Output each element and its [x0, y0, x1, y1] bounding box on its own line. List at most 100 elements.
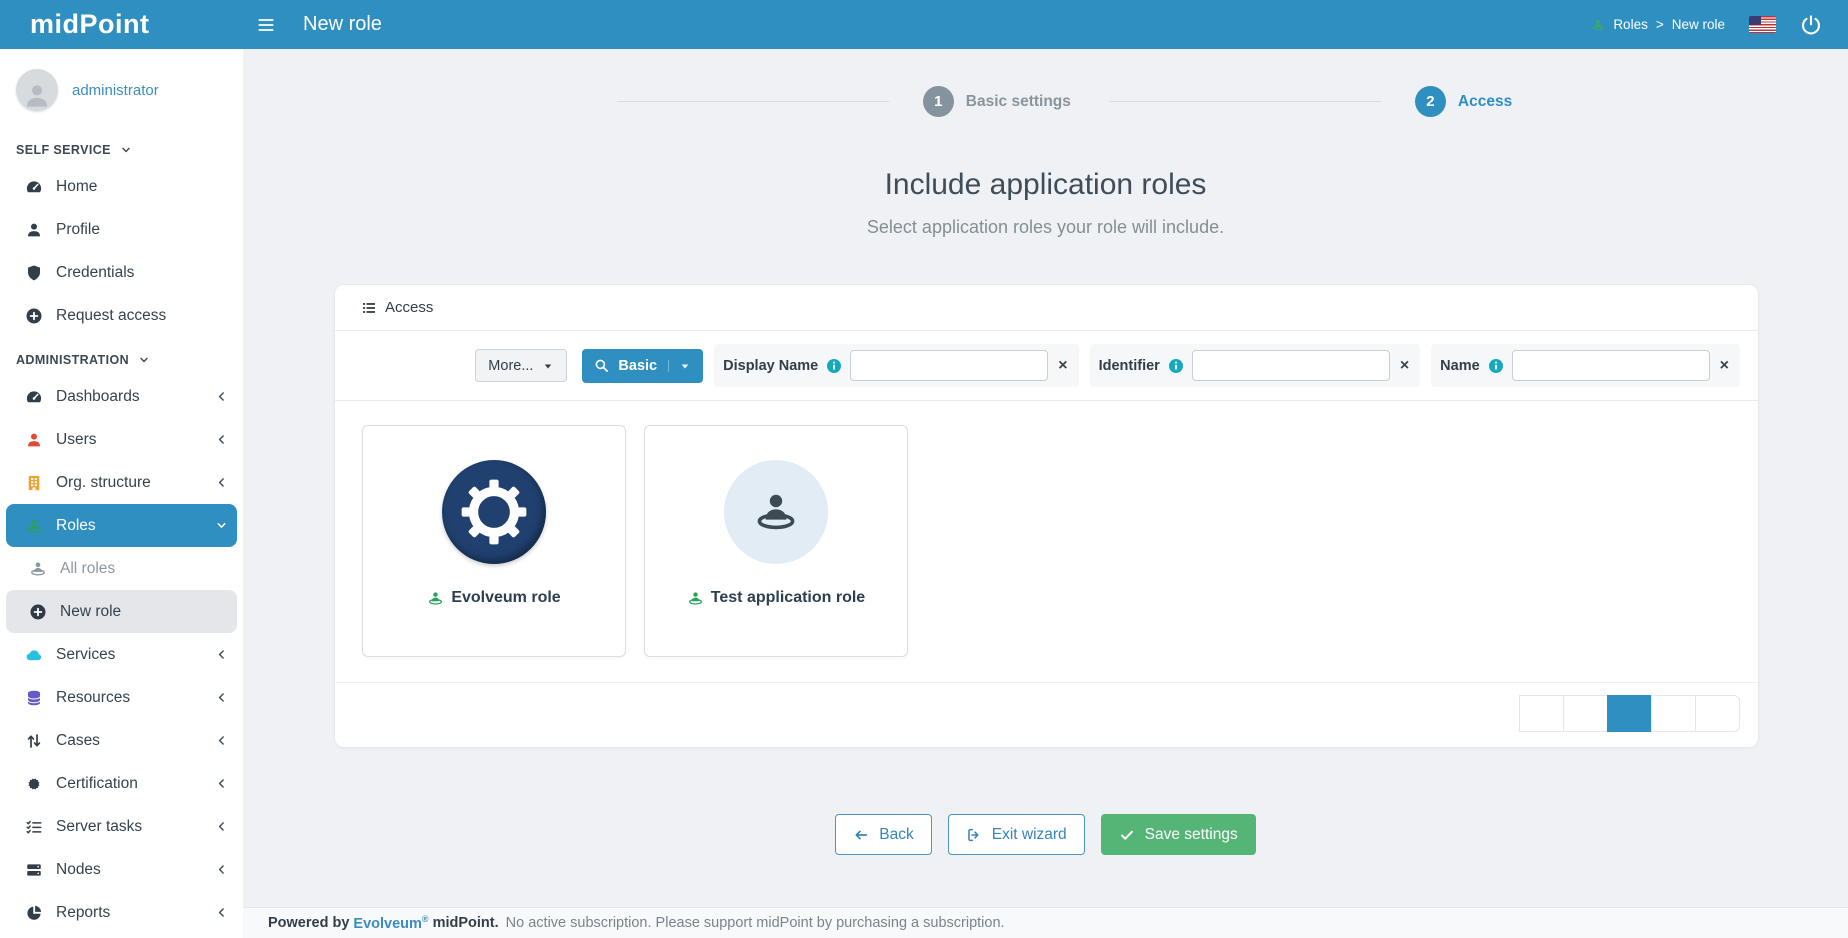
- username-link[interactable]: administrator: [72, 82, 159, 99]
- info-icon[interactable]: [1168, 358, 1184, 374]
- search-mode-dropdown[interactable]: [668, 360, 691, 372]
- sign-out-icon: [966, 827, 982, 843]
- sidebar-item-dashboards[interactable]: Dashboards: [0, 375, 243, 418]
- clear-filter-button[interactable]: ×: [1398, 358, 1411, 374]
- role-cards: Evolveum role Test application role: [335, 401, 1758, 682]
- search-filter-bar: More... Basic Display Name: [335, 331, 1758, 401]
- sidebar-item-server-tasks[interactable]: Server tasks: [0, 805, 243, 848]
- search-icon: [594, 358, 609, 373]
- pagination-row: [335, 682, 1758, 747]
- chevron-icon: [215, 519, 228, 532]
- sidebar-item-icon: [29, 560, 47, 578]
- info-icon[interactable]: [826, 358, 842, 374]
- access-panel-header: Access: [335, 285, 1758, 331]
- save-settings-button[interactable]: Save settings: [1101, 814, 1256, 855]
- chevron-icon: [215, 476, 228, 489]
- sidebar-item-request-access[interactable]: Request access: [0, 294, 243, 337]
- sidebar-item-icon: [25, 646, 43, 664]
- sidebar-item-icon: [25, 775, 43, 793]
- sidebar-menu: SELF SERVICE Home Profile Credentials: [0, 127, 243, 934]
- sidebar-item-certification[interactable]: Certification: [0, 762, 243, 805]
- pagination-first[interactable]: [1519, 695, 1564, 732]
- hamburger-menu-icon[interactable]: [243, 0, 289, 49]
- sidebar-section-administration[interactable]: ADMINISTRATION: [0, 337, 243, 375]
- filter-input[interactable]: [1512, 350, 1710, 381]
- basic-search-button[interactable]: Basic: [582, 349, 703, 383]
- sidebar-item-icon: [25, 861, 43, 879]
- sidebar-user-panel: administrator: [0, 61, 243, 127]
- sidebar-item-icon: [25, 818, 43, 836]
- footer-subscription-note: No active subscription. Please support m…: [506, 915, 1005, 931]
- sidebar-item-profile[interactable]: Profile: [0, 208, 243, 251]
- sidebar-item-resources[interactable]: Resources: [0, 676, 243, 719]
- chevron-down-icon: [138, 354, 150, 366]
- sidebar-item-icon: [25, 517, 43, 535]
- clear-filter-button[interactable]: ×: [1056, 358, 1069, 374]
- filter-input[interactable]: [1192, 350, 1390, 381]
- sidebar-section-self-service[interactable]: SELF SERVICE: [0, 127, 243, 165]
- sidebar-item-reports[interactable]: Reports: [0, 891, 243, 934]
- evolveum-link[interactable]: Evolveum®: [353, 914, 428, 932]
- sidebar-item-new-role[interactable]: New role: [6, 590, 237, 633]
- filter-display-name: Display Name ×: [714, 344, 1078, 387]
- role-icon: [687, 590, 704, 607]
- wizard-step-basic-settings[interactable]: 1 Basic settings: [579, 86, 1071, 117]
- role-card-label: Test application role: [711, 589, 865, 607]
- sidebar-item-services[interactable]: Services: [0, 633, 243, 676]
- sidebar-item-nodes[interactable]: Nodes: [0, 848, 243, 891]
- wizard-actions: Back Exit wizard Save settings: [243, 814, 1848, 855]
- info-icon[interactable]: [1488, 358, 1504, 374]
- content-title: Include application roles: [243, 168, 1848, 202]
- wizard-step-number: 2: [1415, 86, 1446, 117]
- sidebar-item-icon: [25, 307, 43, 325]
- language-flag-us[interactable]: [1749, 16, 1776, 33]
- sidebar-item-roles[interactable]: Roles: [6, 504, 237, 547]
- pagination-next[interactable]: [1651, 695, 1696, 732]
- role-card-test-application[interactable]: Test application role: [644, 425, 908, 657]
- breadcrumb-current: New role: [1672, 17, 1725, 32]
- wizard-step-label: Basic settings: [966, 93, 1071, 111]
- caret-down-icon: [542, 360, 554, 372]
- app-logo[interactable]: midPoint: [0, 0, 243, 49]
- chevron-icon: [215, 777, 228, 790]
- exit-wizard-button[interactable]: Exit wizard: [948, 814, 1085, 855]
- sidebar-item-org-structure[interactable]: Org. structure: [0, 461, 243, 504]
- sidebar-item-home[interactable]: Home: [0, 165, 243, 208]
- more-filters-button[interactable]: More...: [475, 349, 567, 382]
- wizard-step-access[interactable]: 2 Access: [1071, 86, 1512, 117]
- footer: Powered by Evolveum® midPoint. No active…: [243, 907, 1848, 938]
- filter-input[interactable]: [850, 350, 1048, 381]
- sidebar: administrator SELF SERVICE Home Profile: [0, 49, 243, 938]
- breadcrumb-parent[interactable]: Roles: [1613, 17, 1648, 32]
- sidebar-item-icon: [25, 732, 43, 750]
- chevron-icon: [215, 863, 228, 876]
- sidebar-item-credentials[interactable]: Credentials: [0, 251, 243, 294]
- role-icon: [1591, 18, 1605, 32]
- logout-power-button[interactable]: [1800, 14, 1822, 36]
- sidebar-item-all-roles[interactable]: All roles: [0, 547, 243, 590]
- header-main: New role Roles > New role: [243, 0, 1848, 49]
- sidebar-item-users[interactable]: Users: [0, 418, 243, 461]
- access-panel: Access More... Basic: [334, 284, 1759, 748]
- content-subtitle: Select application roles your role will …: [243, 217, 1848, 238]
- sidebar-item-icon: [25, 388, 43, 406]
- access-panel-title: Access: [385, 299, 433, 316]
- filter-identifier: Identifier ×: [1090, 344, 1421, 387]
- pagination-page-1[interactable]: [1607, 695, 1652, 732]
- pagination-prev[interactable]: [1563, 695, 1608, 732]
- sidebar-item-cases[interactable]: Cases: [0, 719, 243, 762]
- clear-filter-button[interactable]: ×: [1718, 358, 1731, 374]
- filter-label: Identifier: [1099, 358, 1160, 374]
- chevron-icon: [215, 906, 228, 919]
- role-card-evolveum[interactable]: Evolveum role: [362, 425, 626, 657]
- sidebar-item-icon: [29, 603, 47, 621]
- sidebar-item-icon: [25, 221, 43, 239]
- back-button[interactable]: Back: [835, 814, 931, 855]
- wizard-step-label: Access: [1458, 93, 1512, 111]
- pagination-last[interactable]: [1695, 695, 1740, 732]
- footer-product: midPoint.: [433, 915, 499, 931]
- filter-label: Name: [1440, 358, 1480, 374]
- top-header: midPoint New role Roles > New role: [0, 0, 1848, 49]
- main-column: 1 Basic settings 2 Access Include applic…: [243, 49, 1848, 938]
- midpoint-app: midPoint New role Roles > New role admi: [0, 0, 1848, 938]
